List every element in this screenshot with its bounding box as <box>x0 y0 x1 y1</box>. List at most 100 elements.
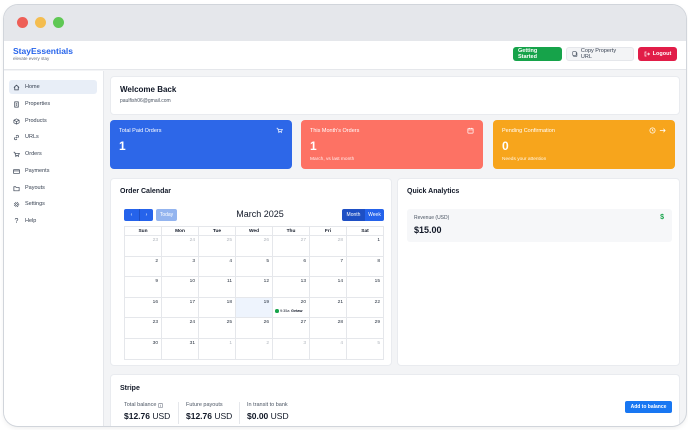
maximize-window-button[interactable] <box>53 17 64 28</box>
total-balance-amount: $12.76 <box>124 411 150 421</box>
calendar-day[interactable]: 22 <box>346 296 384 319</box>
add-to-balance-button[interactable]: Add to balance <box>625 401 672 413</box>
copy-icon <box>572 51 578 57</box>
welcome-title: Welcome Back <box>120 85 177 94</box>
app-header: StayEssentials elevate every stay Gettin… <box>4 41 686 70</box>
analytics-title: Quick Analytics <box>407 188 460 195</box>
calendar-day[interactable]: 16 <box>124 296 162 319</box>
calendar-day[interactable]: 1 <box>198 337 236 360</box>
stripe-card: Stripe Total balance $12.76 USD Future p… <box>110 374 680 426</box>
future-payouts-label: Future payouts <box>186 402 223 408</box>
calendar-day-with-event[interactable]: 20 9:35a Getaw <box>272 296 310 319</box>
user-email: paulfish06@gmail.com <box>120 98 171 104</box>
calendar-day[interactable]: 25 <box>198 317 236 339</box>
calendar-day[interactable]: 8 <box>346 255 384 278</box>
sidebar-item-home[interactable]: Home <box>9 80 97 94</box>
weekday-header: Thu <box>272 226 310 236</box>
calendar-title: Order Calendar <box>120 188 171 195</box>
calendar-day[interactable]: 28 <box>309 235 347 257</box>
calendar-week-row: 23 24 25 26 27 28 1 <box>124 235 384 257</box>
calendar-day[interactable]: 24 <box>161 235 199 257</box>
calendar-week-view-button[interactable]: Week <box>365 209 384 221</box>
total-paid-orders-card[interactable]: Total Paid Orders 1 <box>110 120 292 169</box>
calendar-day[interactable]: 27 <box>272 317 310 339</box>
calendar-day[interactable]: 2 <box>235 337 273 360</box>
calendar-day[interactable]: 6 <box>272 255 310 278</box>
sidebar-item-label: URLs <box>25 134 39 140</box>
stat-label: Pending Confirmation <box>502 128 555 134</box>
info-icon[interactable] <box>158 402 164 408</box>
folder-icon <box>13 185 20 192</box>
calendar-next-button[interactable]: › <box>139 209 153 221</box>
calendar-day[interactable]: 3 <box>272 337 310 360</box>
divider <box>239 402 240 424</box>
calendar-day[interactable]: 21 <box>309 296 347 319</box>
calendar-day[interactable]: 4 <box>198 255 236 278</box>
sidebar-item-payouts[interactable]: Payouts <box>9 181 97 195</box>
calendar-event[interactable]: 9:35a Getaw <box>275 309 302 313</box>
getting-started-label: Getting Started <box>518 48 538 60</box>
calendar-day[interactable]: 31 <box>161 337 199 360</box>
calendar-day[interactable]: 14 <box>309 276 347 298</box>
pending-confirmation-card[interactable]: Pending Confirmation 0 Needs your attent… <box>493 120 675 169</box>
calendar-day-today[interactable]: 19 <box>235 296 273 319</box>
total-balance: Total balance $12.76 USD <box>124 402 170 421</box>
calendar-day[interactable]: 17 <box>161 296 199 319</box>
sidebar-item-properties[interactable]: Properties <box>9 97 97 111</box>
calendar-today-button[interactable]: Today <box>156 209 177 221</box>
stat-label: Total Paid Orders <box>119 128 162 134</box>
calendar-day[interactable]: 24 <box>161 317 199 339</box>
calendar-day[interactable]: 4 <box>309 337 347 360</box>
sidebar-item-label: Orders <box>25 151 42 157</box>
calendar-day[interactable]: 28 <box>309 317 347 339</box>
calendar-day[interactable]: 29 <box>346 317 384 339</box>
stat-icons <box>649 127 666 134</box>
month-orders-card[interactable]: This Month's Orders 1 March, vs last mon… <box>301 120 483 169</box>
calendar-week-row: 2 3 4 5 6 7 8 <box>124 255 384 278</box>
calendar-day[interactable]: 26 <box>235 235 273 257</box>
calendar-day[interactable]: 25 <box>198 235 236 257</box>
calendar-day[interactable]: 27 <box>272 235 310 257</box>
sidebar-item-label: Settings <box>25 201 45 207</box>
sidebar-item-urls[interactable]: URLs <box>9 130 97 144</box>
brand-logo[interactable]: StayEssentials elevate every stay <box>13 46 73 62</box>
weekday-header: Sat <box>346 226 384 236</box>
close-window-button[interactable] <box>17 17 28 28</box>
calendar-day[interactable]: 7 <box>309 255 347 278</box>
calendar-day[interactable]: 3 <box>161 255 199 278</box>
sidebar-item-help[interactable]: ? Help <box>9 214 97 228</box>
calendar-day[interactable]: 23 <box>124 317 162 339</box>
calendar-day[interactable]: 26 <box>235 317 273 339</box>
calendar-day[interactable]: 18 <box>198 296 236 319</box>
sidebar-item-settings[interactable]: Settings <box>9 197 97 211</box>
revenue-value: $15.00 <box>414 225 442 235</box>
calendar-day[interactable]: 23 <box>124 235 162 257</box>
calendar-day[interactable]: 10 <box>161 276 199 298</box>
getting-started-button[interactable]: Getting Started <box>513 47 562 61</box>
calendar-week-row: 23 24 25 26 27 28 29 <box>124 317 384 339</box>
in-transit-value: $0.00 USD <box>247 411 289 421</box>
total-balance-label: Total balance <box>124 402 157 408</box>
stripe-title: Stripe <box>120 385 140 392</box>
copy-property-url-button[interactable]: Copy Property URL <box>566 47 634 61</box>
in-transit-amount: $0.00 <box>247 411 269 421</box>
calendar-day[interactable]: 5 <box>346 337 384 360</box>
sidebar-item-payments[interactable]: Payments <box>9 164 97 178</box>
sidebar-item-orders[interactable]: Orders <box>9 147 97 161</box>
calendar-day[interactable]: 15 <box>346 276 384 298</box>
calendar-prev-button[interactable]: ‹ <box>124 209 139 221</box>
calendar-day[interactable]: 9 <box>124 276 162 298</box>
calendar-day[interactable]: 2 <box>124 255 162 278</box>
calendar-month-view-button[interactable]: Month <box>342 209 365 221</box>
arrow-right-icon[interactable] <box>659 127 666 134</box>
minimize-window-button[interactable] <box>35 17 46 28</box>
stat-value: 1 <box>310 139 317 153</box>
logout-button[interactable]: Logout <box>638 47 677 61</box>
calendar-day[interactable]: 13 <box>272 276 310 298</box>
sidebar-item-products[interactable]: Products <box>9 114 97 128</box>
calendar-day[interactable]: 12 <box>235 276 273 298</box>
calendar-day[interactable]: 1 <box>346 235 384 257</box>
calendar-day[interactable]: 5 <box>235 255 273 278</box>
calendar-day[interactable]: 30 <box>124 337 162 360</box>
calendar-day[interactable]: 11 <box>198 276 236 298</box>
